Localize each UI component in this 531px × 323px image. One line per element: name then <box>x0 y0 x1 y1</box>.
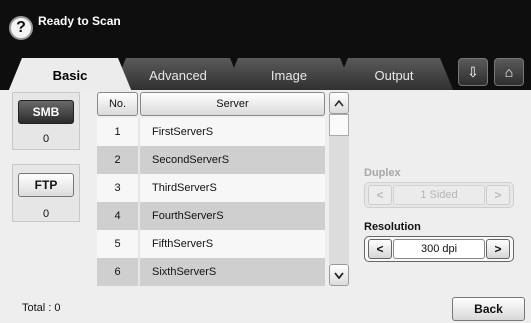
row-number: 5 <box>97 230 140 258</box>
scrollbar-track[interactable] <box>329 116 349 264</box>
table-row[interactable]: 3 ThirdServerS <box>97 174 325 202</box>
table-row[interactable]: 5 FifthServerS <box>97 230 325 258</box>
row-number: 2 <box>97 146 140 174</box>
smb-count: 0 <box>42 133 50 145</box>
resolution-next-button[interactable]: > <box>486 239 510 259</box>
server-name: ThirdServerS <box>140 174 325 202</box>
duplex-label: Duplex <box>364 167 401 179</box>
duplex-next-button: > <box>486 185 510 205</box>
duplex-prev-button: < <box>368 185 392 205</box>
table-row[interactable]: 4 FourthServerS <box>97 202 325 230</box>
back-button[interactable]: Back <box>452 297 525 321</box>
tab-advanced[interactable]: Advanced <box>112 58 244 92</box>
home-icon[interactable]: ⌂ <box>494 58 524 86</box>
server-name: SixthServerS <box>140 258 325 286</box>
duplex-value: 1 Sided <box>393 185 485 205</box>
server-name: FifthServerS <box>140 230 325 258</box>
server-name: SecondServerS <box>140 146 325 174</box>
chevron-down-icon <box>334 271 344 279</box>
column-header-no[interactable]: No. <box>97 92 138 116</box>
scroll-down-button[interactable] <box>329 264 349 286</box>
scroll-up-button[interactable] <box>329 92 349 114</box>
tab-output[interactable]: Output <box>334 58 454 92</box>
row-number: 1 <box>97 118 140 146</box>
resolution-label: Resolution <box>364 221 421 233</box>
duplex-stepper: < 1 Sided > <box>364 182 514 208</box>
resolution-prev-button[interactable]: < <box>368 239 392 259</box>
scrollbar-thumb[interactable] <box>329 114 349 136</box>
ftp-count: 0 <box>42 208 50 220</box>
ftp-button[interactable]: FTP <box>18 173 74 197</box>
row-number: 3 <box>97 174 140 202</box>
row-number: 6 <box>97 258 140 286</box>
resolution-value: 300 dpi <box>393 239 485 259</box>
resolution-stepper: < 300 dpi > <box>364 236 514 262</box>
total-count: Total : 0 <box>22 302 61 314</box>
table-row[interactable]: 1 FirstServerS <box>97 118 325 146</box>
row-number: 4 <box>97 202 140 230</box>
help-icon[interactable]: ? <box>9 16 33 40</box>
server-name: FourthServerS <box>140 202 325 230</box>
page-title: Ready to Scan <box>38 14 121 28</box>
tab-image[interactable]: Image <box>224 58 354 92</box>
table-row[interactable]: 6 SixthServerS <box>97 258 325 286</box>
column-header-server[interactable]: Server <box>140 92 325 116</box>
tab-basic[interactable]: Basic <box>8 58 132 92</box>
chevron-up-icon <box>334 99 344 106</box>
table-row[interactable]: 2 SecondServerS <box>97 146 325 174</box>
scan-to-icon[interactable]: ⇩ <box>458 58 488 86</box>
smb-button[interactable]: SMB <box>18 100 74 124</box>
server-name: FirstServerS <box>140 118 325 146</box>
